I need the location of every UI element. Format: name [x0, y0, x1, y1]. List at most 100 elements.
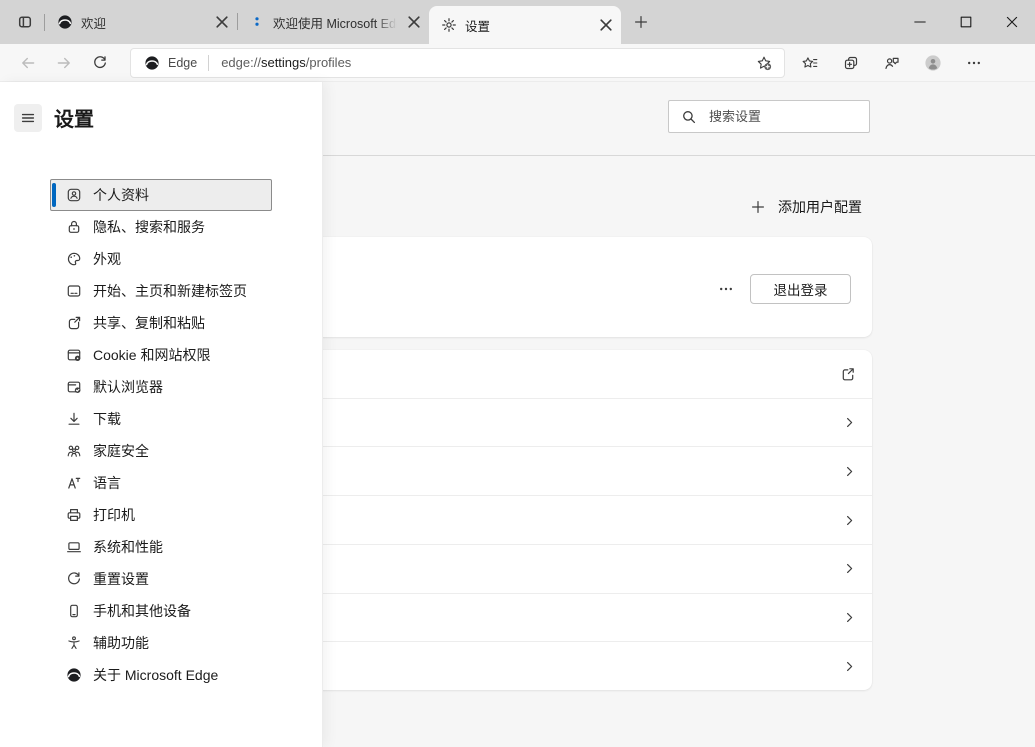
- settings-row[interactable]: [280, 642, 872, 690]
- sidebar-item[interactable]: 重置设置: [50, 563, 272, 595]
- chevron-right-icon: [843, 416, 856, 429]
- sidebar-item[interactable]: 家庭安全: [50, 435, 272, 467]
- settings-sidebar: 设置 个人资料 隐私、搜索和服务 外观: [0, 82, 322, 747]
- search-input[interactable]: [707, 108, 861, 125]
- toolbar-action-button[interactable]: [834, 48, 868, 78]
- add-profile-button[interactable]: 添加用户配置: [744, 192, 868, 222]
- sidebar-item[interactable]: 关于 Microsoft Edge: [50, 659, 272, 691]
- accessibility-icon: [66, 635, 82, 651]
- sidebar-item[interactable]: 辅助功能: [50, 627, 272, 659]
- url-scheme: edge://: [221, 55, 261, 70]
- tab-list: 欢迎 欢迎使用 Microsoft Edg 设置: [45, 0, 621, 44]
- settings-row[interactable]: [280, 447, 872, 496]
- tab-close-icon: [214, 14, 230, 30]
- tab-actions-button[interactable]: [10, 7, 40, 37]
- back-arrow-icon: [20, 55, 36, 71]
- languages-icon: [66, 475, 82, 491]
- sidebar-item-label: 外观: [93, 249, 121, 269]
- star-add-icon: [756, 55, 772, 71]
- nav-buttons: [10, 48, 118, 78]
- sidebar-item[interactable]: 隐私、搜索和服务: [50, 211, 272, 243]
- more-options-button[interactable]: [714, 280, 738, 298]
- settings-row[interactable]: [280, 350, 872, 399]
- sidebar-item[interactable]: 语言: [50, 467, 272, 499]
- sidebar-item[interactable]: 手机和其他设备: [50, 595, 272, 627]
- toolbar-action-button[interactable]: [875, 48, 909, 78]
- close-button[interactable]: [989, 0, 1035, 44]
- tab-strip: 欢迎 欢迎使用 Microsoft Edg 设置: [0, 0, 1035, 44]
- tab-close-button[interactable]: [213, 13, 231, 31]
- edge-logo-icon: [144, 55, 160, 71]
- sidebar-item[interactable]: 系统和性能: [50, 531, 272, 563]
- url-text: edge://settings/profiles: [221, 55, 746, 70]
- tab-close-icon: [406, 14, 422, 30]
- sidebar-item-label: 开始、主页和新建标签页: [93, 281, 247, 301]
- downloads-icon: [66, 411, 82, 427]
- more-horizontal-icon: [718, 281, 734, 297]
- about-edge-icon: [66, 667, 82, 683]
- settings-list-card: [280, 350, 872, 690]
- sidebar-header: 设置: [0, 82, 322, 132]
- forward-arrow-icon: [56, 55, 72, 71]
- tab-close-button[interactable]: [597, 16, 615, 34]
- default-browser-icon: [66, 379, 82, 395]
- sidebar-item[interactable]: Cookie 和网站权限: [50, 339, 272, 371]
- toolbar-action-button[interactable]: [916, 48, 950, 78]
- menu-toggle-button[interactable]: [14, 104, 42, 132]
- printers-icon: [66, 507, 82, 523]
- sidebar-item[interactable]: 共享、复制和粘贴: [50, 307, 272, 339]
- profile-card: 退出登录: [280, 237, 872, 337]
- settings-row[interactable]: [280, 399, 872, 448]
- reset-settings-icon: [66, 571, 82, 587]
- system-performance-icon: [66, 539, 82, 555]
- sidebar-item-label: 个人资料: [93, 185, 149, 205]
- new-tab-button[interactable]: [627, 8, 655, 36]
- nav-button[interactable]: [82, 48, 118, 78]
- sidebar-item[interactable]: 打印机: [50, 499, 272, 531]
- page-title: 设置: [54, 103, 94, 132]
- settings-row[interactable]: [280, 594, 872, 643]
- maximize-button[interactable]: [943, 0, 989, 44]
- sidebar-item[interactable]: 外观: [50, 243, 272, 275]
- sidebar-item[interactable]: 下载: [50, 403, 272, 435]
- add-favorite-button[interactable]: [746, 48, 782, 78]
- browser-window: 欢迎 欢迎使用 Microsoft Edg 设置: [0, 0, 1035, 747]
- settings-search-box[interactable]: [668, 100, 870, 133]
- refresh-icon: [92, 55, 108, 71]
- address-bar[interactable]: Edge edge://settings/profiles: [130, 48, 785, 78]
- favorites-star-icon: [802, 55, 818, 71]
- plus-icon: [633, 14, 649, 30]
- browser-tab[interactable]: 欢迎: [45, 0, 237, 44]
- sidebar-item[interactable]: 个人资料: [50, 179, 272, 211]
- appearance-palette-icon: [66, 251, 82, 267]
- chevron-right-icon: [843, 611, 856, 624]
- plus-icon: [750, 199, 766, 215]
- sidebar-item-label: 系统和性能: [93, 537, 163, 557]
- sidebar-item[interactable]: 开始、主页和新建标签页: [50, 275, 272, 307]
- sidebar-item-label: 关于 Microsoft Edge: [93, 665, 218, 685]
- sidebar-item-label: 下载: [93, 409, 121, 429]
- collections-icon: [843, 55, 859, 71]
- browser-tab[interactable]: 欢迎使用 Microsoft Edg: [237, 0, 429, 44]
- tab-title: 欢迎: [81, 13, 205, 32]
- sign-out-button[interactable]: 退出登录: [750, 274, 851, 304]
- nav-button[interactable]: [10, 48, 46, 78]
- external-link-icon: [840, 366, 856, 382]
- settings-row[interactable]: [280, 496, 872, 545]
- tab-close-button[interactable]: [405, 13, 423, 31]
- toolbar-action-button[interactable]: [957, 48, 991, 78]
- sidebar-item[interactable]: 默认浏览器: [50, 371, 272, 403]
- browser-toolbar: Edge edge://settings/profiles: [0, 44, 1035, 82]
- browser-tab[interactable]: 设置: [429, 6, 621, 44]
- nav-button[interactable]: [46, 48, 82, 78]
- sidebar-item-label: Cookie 和网站权限: [93, 345, 210, 365]
- toolbar-action-button[interactable]: [793, 48, 827, 78]
- tab-title: 设置: [465, 16, 589, 35]
- sidebar-nav: 个人资料 隐私、搜索和服务 外观 开始、主页和新建标签页: [50, 179, 272, 691]
- settings-row[interactable]: [280, 545, 872, 594]
- phone-devices-icon: [66, 603, 82, 619]
- avatar-icon: [925, 55, 941, 71]
- privacy-lock-icon: [66, 219, 82, 235]
- start-home-tabs-icon: [66, 283, 82, 299]
- minimize-button[interactable]: [897, 0, 943, 44]
